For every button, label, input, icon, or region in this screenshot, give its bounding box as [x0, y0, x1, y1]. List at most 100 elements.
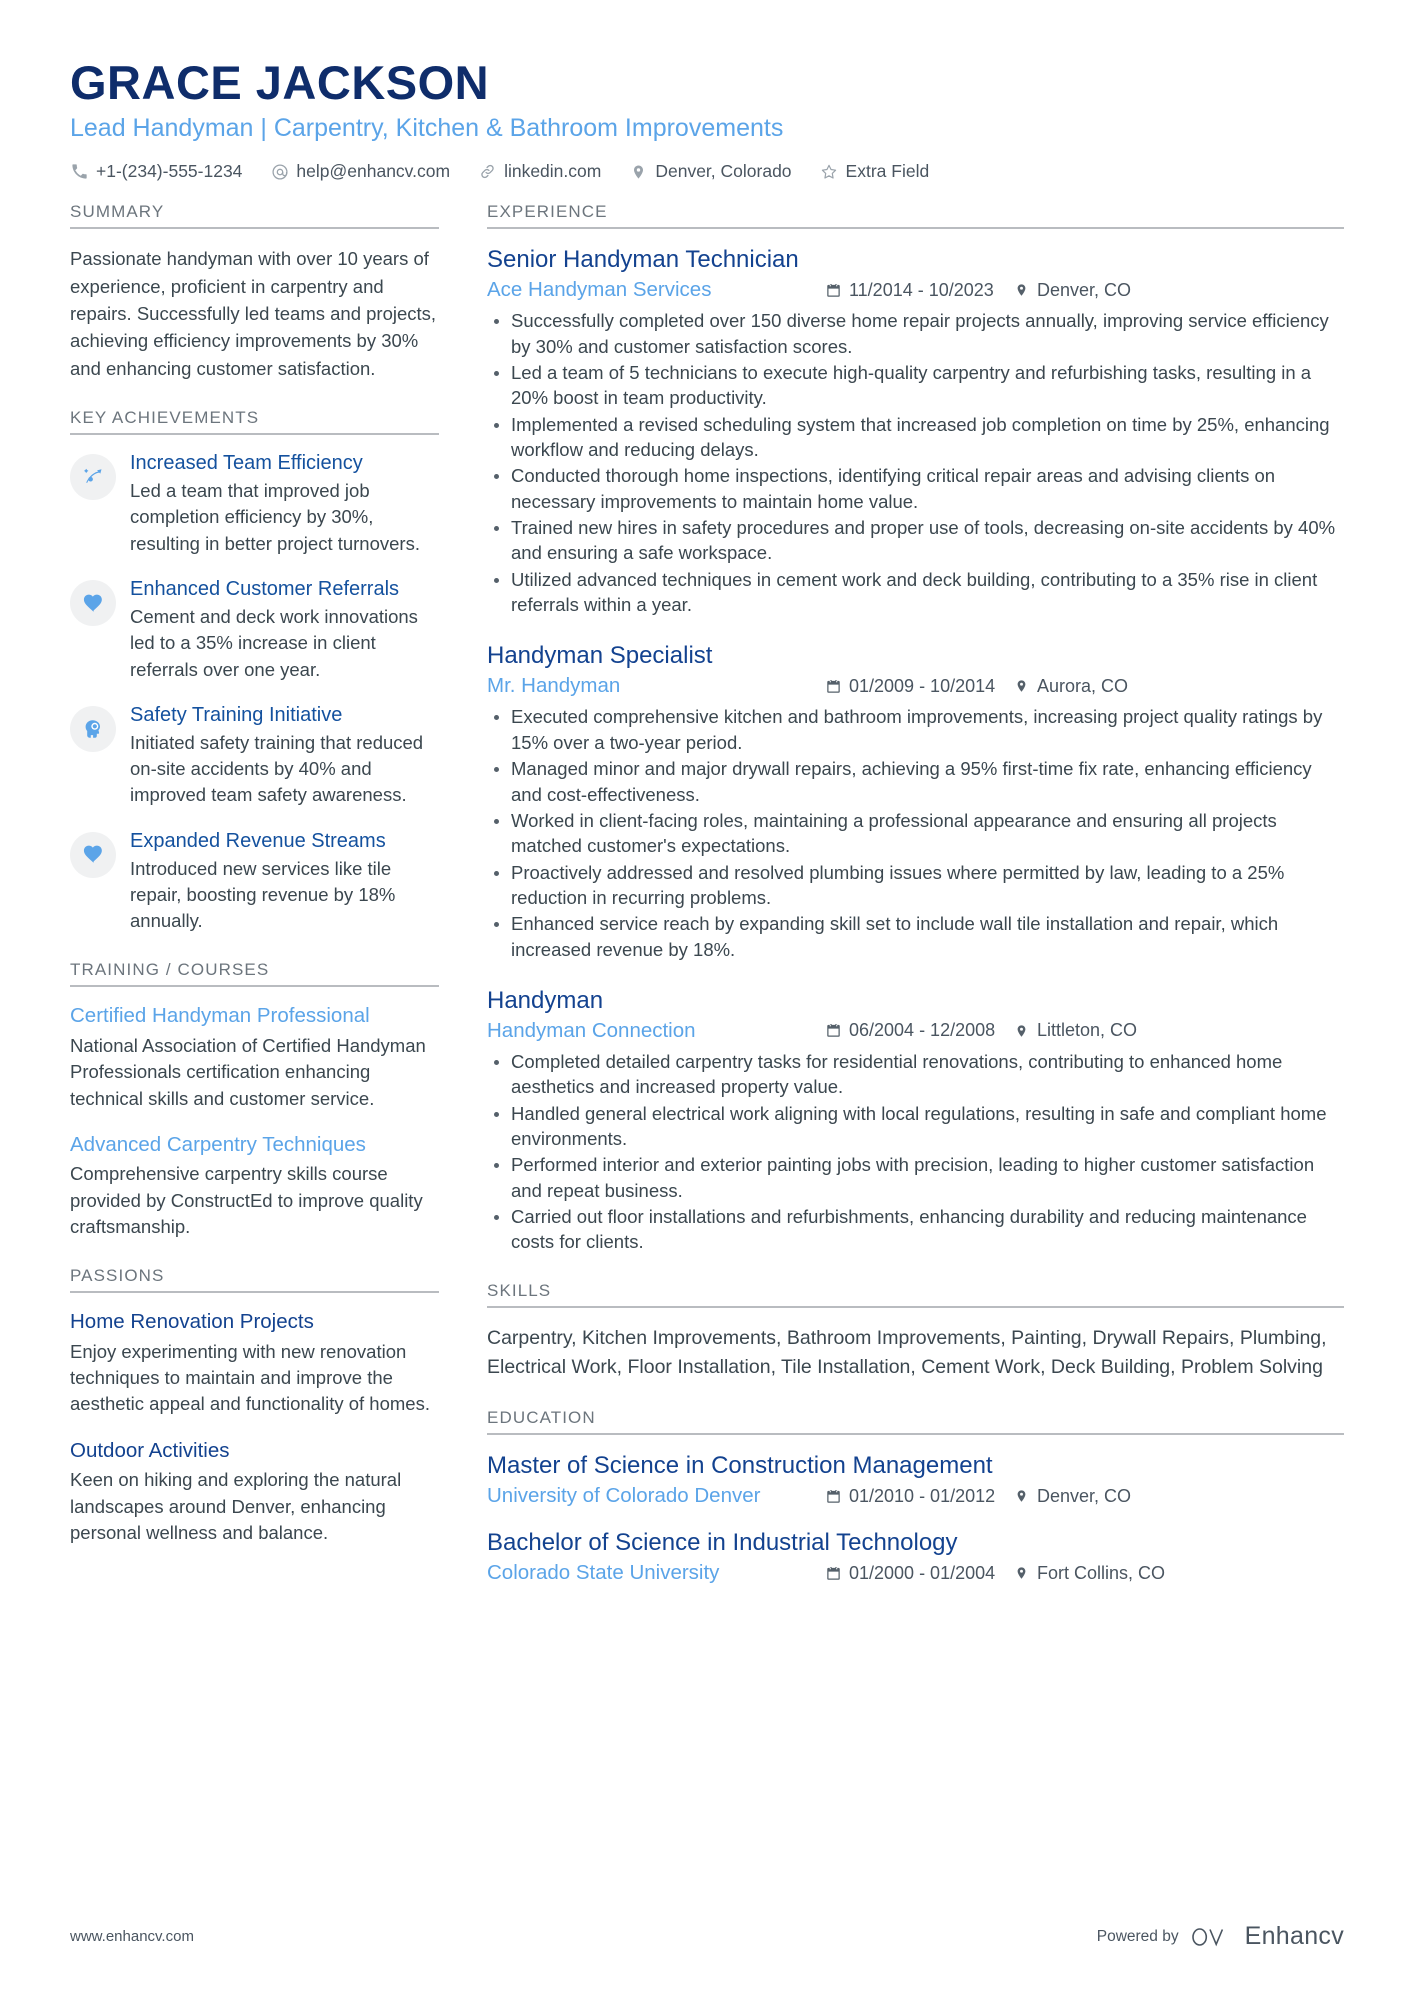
- experience-entry: Handyman Specialist Mr. Handyman 01/2009…: [487, 641, 1344, 961]
- calendar-icon: [825, 1565, 842, 1582]
- star-icon: [820, 162, 839, 181]
- job-dates-text: 11/2014 - 10/2023: [849, 279, 994, 300]
- section-title-key-achievements: KEY ACHIEVEMENTS: [70, 408, 439, 436]
- calendar-icon: [825, 1022, 842, 1039]
- section-passions: PASSIONS Home Renovation Projects Enjoy …: [70, 1266, 439, 1546]
- education-meta: University of Colorado Denver 01/2010 - …: [487, 1484, 1344, 1508]
- training-title: Certified Handyman Professional: [70, 1004, 370, 1028]
- section-training-courses: TRAINING / COURSES Certified Handyman Pr…: [70, 960, 439, 1240]
- contact-link-text: linkedin.com: [504, 161, 602, 182]
- calendar-icon: [825, 678, 842, 695]
- job-bullet: Handled general electrical work aligning…: [487, 1101, 1344, 1152]
- achievement-title: Expanded Revenue Streams: [130, 829, 386, 852]
- left-column: SUMMARY Passionate handyman with over 10…: [70, 202, 465, 1572]
- section-summary: SUMMARY Passionate handyman with over 10…: [70, 202, 439, 382]
- resume-page: GRACE JACKSON Lead Handyman | Carpentry,…: [0, 0, 1410, 1995]
- achievement-body: Expanded Revenue Streams Introduced new …: [130, 829, 439, 935]
- head-idea-icon: [81, 717, 105, 741]
- experience-entry: Senior Handyman Technician Ace Handyman …: [487, 245, 1344, 617]
- achievement-body: Increased Team Efficiency Led a team tha…: [130, 451, 439, 557]
- job-meta: Ace Handyman Services 11/2014 - 10/2023: [487, 278, 1344, 302]
- achievement-badge: [70, 705, 116, 752]
- achievement-item: Safety Training Initiative Initiated saf…: [70, 703, 439, 809]
- job-location-text: Littleton, CO: [1037, 1020, 1138, 1041]
- heart-icon: [82, 592, 105, 615]
- job-location-text: Denver, CO: [1037, 279, 1132, 300]
- education-location: Denver, CO: [1013, 1486, 1131, 1507]
- section-title-skills: SKILLS: [487, 1281, 1344, 1308]
- contact-email[interactable]: help@enhancv.com: [270, 161, 450, 182]
- training-item: Advanced Carpentry Techniques Comprehens…: [70, 1132, 439, 1240]
- education-location-text: Denver, CO: [1037, 1485, 1132, 1506]
- section-title-experience: EXPERIENCE: [487, 202, 1344, 230]
- section-key-achievements: KEY ACHIEVEMENTS Increased Team Efficien…: [70, 408, 439, 934]
- job-bullet: Trained new hires in safety procedures a…: [487, 515, 1344, 566]
- resume-body: SUMMARY Passionate handyman with over 10…: [70, 202, 1344, 1611]
- job-dates-text: 01/2009 - 10/2014: [849, 675, 996, 696]
- job-company: Mr. Handyman: [487, 674, 621, 698]
- section-title-training-courses: TRAINING / COURSES: [70, 960, 439, 988]
- location-pin-icon: [1013, 1022, 1030, 1039]
- passion-item: Outdoor Activities Keen on hiking and ex…: [70, 1438, 439, 1546]
- resume-header: GRACE JACKSON Lead Handyman | Carpentry,…: [70, 58, 1344, 182]
- contact-row: +1-(234)-555-1234 help@enhancv.com linke…: [70, 161, 1344, 182]
- achievement-badge: [70, 831, 116, 878]
- footer-brand: Powered by Enhancv: [1097, 1922, 1344, 1951]
- education-dates-text: 01/2010 - 01/2012: [849, 1485, 996, 1506]
- job-company: Ace Handyman Services: [487, 278, 712, 302]
- achievement-desc: Introduced new services like tile repair…: [130, 857, 396, 932]
- education-school: University of Colorado Denver: [487, 1484, 761, 1508]
- job-location: Denver, CO: [1013, 280, 1131, 301]
- achievement-desc: Initiated safety training that reduced o…: [130, 731, 424, 806]
- job-bullet: Successfully completed over 150 diverse …: [487, 308, 1344, 359]
- job-bullet: Completed detailed carpentry tasks for r…: [487, 1049, 1344, 1100]
- training-desc: National Association of Certified Handym…: [70, 1035, 426, 1109]
- candidate-headline: Lead Handyman | Carpentry, Kitchen & Bat…: [70, 114, 784, 143]
- education-degree: Bachelor of Science in Industrial Techno…: [487, 1529, 958, 1557]
- job-dates: 01/2009 - 10/2014: [825, 676, 1013, 697]
- location-pin-icon: [1013, 1488, 1030, 1505]
- contact-phone[interactable]: +1-(234)-555-1234: [70, 161, 242, 182]
- education-location-text: Fort Collins, CO: [1037, 1562, 1166, 1583]
- education-meta: Colorado State University 01/2000 - 01/2…: [487, 1561, 1344, 1585]
- achievement-title: Enhanced Customer Referrals: [130, 578, 400, 601]
- achievement-desc: Cement and deck work innovations led to …: [130, 606, 418, 680]
- job-dates: 06/2004 - 12/2008: [825, 1020, 1013, 1041]
- job-title: Senior Handyman Technician: [487, 246, 799, 274]
- passion-item: Home Renovation Projects Enjoy experimen…: [70, 1309, 439, 1417]
- contact-extra-field-text: Extra Field: [845, 161, 930, 182]
- link-icon: [478, 162, 497, 181]
- job-bullet: Performed interior and exterior painting…: [487, 1152, 1344, 1203]
- training-title: Advanced Carpentry Techniques: [70, 1132, 366, 1156]
- job-bullet: Executed comprehensive kitchen and bathr…: [487, 704, 1344, 755]
- footer-website-url[interactable]: www.enhancv.com: [70, 1928, 194, 1945]
- education-dates-text: 01/2000 - 01/2004: [849, 1562, 996, 1583]
- contact-location-text: Denver, Colorado: [655, 161, 792, 182]
- section-experience: EXPERIENCE Senior Handyman Technician Ac…: [487, 202, 1344, 1254]
- enhancv-logo-icon: [1190, 1924, 1234, 1950]
- achievement-body: Safety Training Initiative Initiated saf…: [130, 703, 439, 809]
- job-bullet: Utilized advanced techniques in cement w…: [487, 567, 1344, 618]
- calendar-icon: [825, 1488, 842, 1505]
- achievement-title: Increased Team Efficiency: [130, 452, 363, 475]
- contact-link[interactable]: linkedin.com: [478, 161, 601, 182]
- powered-by-label: Powered by: [1096, 1927, 1179, 1945]
- job-meta: Handyman Connection 06/2004 - 12/2008 Li…: [487, 1019, 1344, 1043]
- passion-desc: Enjoy experimenting with new renovation …: [70, 1340, 430, 1415]
- job-bullets: Completed detailed carpentry tasks for r…: [487, 1049, 1344, 1255]
- achievement-item: Expanded Revenue Streams Introduced new …: [70, 829, 439, 935]
- job-title: Handyman: [487, 986, 604, 1014]
- contact-extra-field: Extra Field: [820, 161, 930, 182]
- contact-location: Denver, Colorado: [629, 161, 792, 182]
- job-bullet: Led a team of 5 technicians to execute h…: [487, 360, 1344, 411]
- job-bullet: Carried out floor installations and refu…: [487, 1204, 1344, 1255]
- job-bullet: Proactively addressed and resolved plumb…: [487, 860, 1344, 911]
- calendar-icon: [825, 282, 842, 299]
- passion-title: Outdoor Activities: [70, 1438, 230, 1462]
- job-location-text: Aurora, CO: [1037, 675, 1129, 696]
- contact-phone-text: +1-(234)-555-1234: [96, 161, 243, 182]
- location-pin-icon: [1013, 282, 1030, 299]
- heart-icon: [82, 843, 105, 866]
- phone-icon: [70, 162, 89, 181]
- job-dates: 11/2014 - 10/2023: [825, 280, 1013, 301]
